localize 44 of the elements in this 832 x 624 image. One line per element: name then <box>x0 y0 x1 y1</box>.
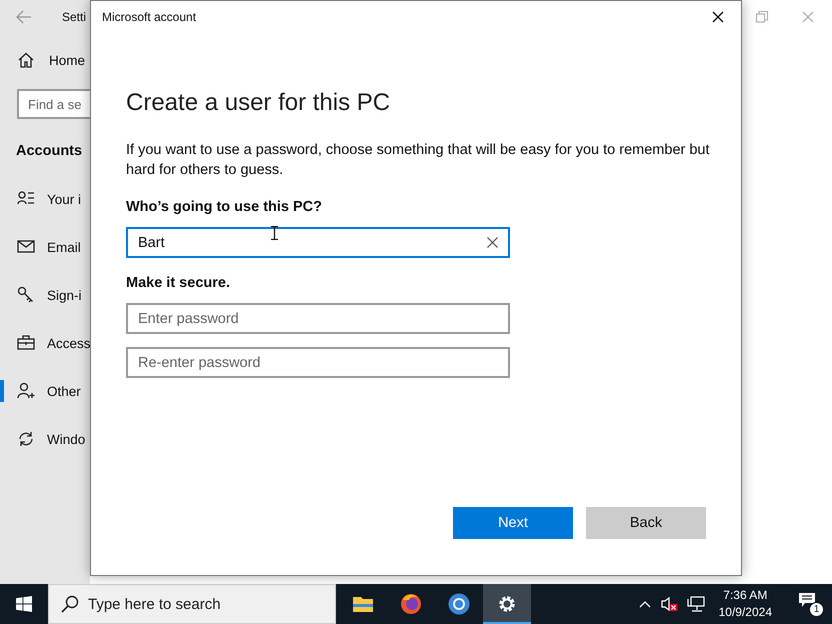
key-icon <box>17 286 35 304</box>
password-field[interactable]: Re-enter password <box>126 347 510 378</box>
clock-time[interactable]: 7:36 AM <box>723 587 768 604</box>
dialog-title: Microsoft account <box>102 10 196 24</box>
clear-icon <box>487 237 498 248</box>
window-title: Setti <box>62 10 86 24</box>
text-cursor-icon <box>271 226 278 240</box>
briefcase-icon <box>17 334 35 352</box>
chevron-up-icon <box>638 600 651 608</box>
close-icon <box>802 11 814 23</box>
description-text: If you want to use a password, choose something that will be easy for you to remember but hard for others to guess. <box>126 141 711 180</box>
home-icon <box>18 52 34 68</box>
back-arrow-icon <box>16 10 32 24</box>
back-button[interactable]: Back <box>586 507 706 539</box>
home-link[interactable]: Home <box>0 48 90 72</box>
search-box[interactable]: Type here to search <box>48 584 336 624</box>
clock-date[interactable]: 10/9/2024 <box>718 604 772 621</box>
password-field[interactable]: Enter password <box>126 303 510 334</box>
sidebar-item[interactable]: Access <box>0 319 90 367</box>
firefox-icon <box>399 592 423 616</box>
name-field[interactable]: Bart <box>126 227 510 258</box>
sidebar-item[interactable]: Your i <box>0 175 90 223</box>
section-heading: Accounts <box>16 143 84 161</box>
network-icon <box>686 596 705 612</box>
sidebar-item[interactable]: Windo <box>0 415 90 463</box>
next-button[interactable]: Next <box>453 507 573 539</box>
browser-icon <box>447 592 471 616</box>
restore-icon <box>756 11 768 23</box>
notification-badge: 1 <box>809 602 824 617</box>
speaker-muted-icon <box>660 596 677 612</box>
sidebar-item[interactable]: Other <box>0 367 90 415</box>
sync-icon <box>17 430 35 448</box>
taskbar-app[interactable] <box>483 584 531 624</box>
sidebar-item[interactable]: Email <box>0 223 90 271</box>
sidebar-item[interactable]: Sign-i <box>0 271 90 319</box>
close-icon <box>712 11 724 23</box>
field-label: Who’s going to use this PC? <box>126 199 322 215</box>
search-field[interactable]: Find a se <box>17 89 90 119</box>
windows-logo-icon <box>16 596 32 612</box>
field-label: Make it secure. <box>126 275 230 291</box>
search-icon <box>61 595 79 613</box>
message-icon <box>798 592 816 608</box>
person-add-icon <box>17 382 35 400</box>
dialog-heading: Create a user for this PC <box>126 89 390 117</box>
